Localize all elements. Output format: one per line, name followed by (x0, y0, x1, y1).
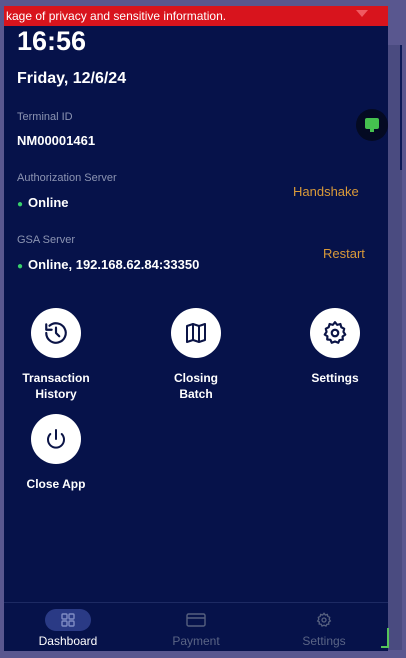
terminal-id-value: NM00001461 (17, 133, 96, 148)
authorization-server-status: ● Online (17, 195, 69, 210)
close-app-label: Close App (26, 477, 86, 491)
clock-date: Friday, 12/6/24 (17, 70, 127, 87)
gsa-server-status: ● Online, 192.168.62.84:33350 (17, 257, 199, 272)
transaction-history-tile[interactable]: Transaction History (6, 308, 106, 402)
privacy-banner: kage of privacy and sensitive informatio… (4, 6, 388, 26)
gear-icon (323, 321, 347, 344)
gsa-server-status-text: Online, 192.168.62.84:33350 (28, 257, 200, 272)
gsa-server-label: GSA Server (17, 234, 76, 246)
card-icon (186, 613, 206, 627)
app-screen: kage of privacy and sensitive informatio… (4, 6, 388, 651)
clock-time: 16:56 (17, 26, 87, 56)
transaction-history-label: Transaction History (22, 371, 90, 401)
authorization-server-status-text: Online (28, 195, 69, 210)
closing-batch-label: Closing Batch (174, 371, 218, 401)
gear-icon (316, 612, 332, 627)
nav-payment[interactable]: Payment (146, 603, 246, 648)
bottom-navigation: Dashboard Payment Settings (4, 602, 388, 651)
power-icon-circle (31, 414, 81, 464)
nav-settings-label: Settings (302, 634, 346, 648)
monitor-icon (356, 109, 388, 141)
restart-button[interactable]: Restart (323, 246, 365, 261)
nav-settings-icon-wrap (301, 609, 347, 631)
nav-dashboard[interactable]: Dashboard (18, 603, 118, 648)
handshake-button[interactable]: Handshake (293, 184, 359, 199)
nav-dashboard-pill (45, 609, 91, 631)
terminal-id-label: Terminal ID (17, 111, 73, 123)
nav-payment-icon-wrap (173, 609, 219, 631)
side-strip (388, 45, 402, 650)
history-icon (45, 322, 67, 344)
nav-settings[interactable]: Settings (274, 603, 374, 648)
nav-payment-label: Payment (172, 634, 220, 648)
book-icon-circle (171, 308, 221, 358)
settings-tile[interactable]: Settings (285, 308, 385, 386)
settings-label: Settings (311, 371, 359, 385)
authorization-server-label: Authorization Server (17, 172, 117, 184)
signal-icon (356, 10, 368, 17)
online-dot: ● (17, 261, 24, 272)
online-dot: ● (17, 199, 24, 210)
banner-text: kage of privacy and sensitive informatio… (6, 9, 227, 23)
close-app-tile[interactable]: Close App (6, 414, 106, 492)
nav-dashboard-label: Dashboard (38, 634, 98, 648)
power-icon (47, 429, 65, 449)
history-icon-circle (31, 308, 81, 358)
corner-mark (381, 628, 389, 648)
book-icon (186, 323, 206, 343)
closing-batch-tile[interactable]: Closing Batch (146, 308, 246, 402)
gear-icon-circle (310, 308, 360, 358)
grid-icon (61, 613, 75, 627)
